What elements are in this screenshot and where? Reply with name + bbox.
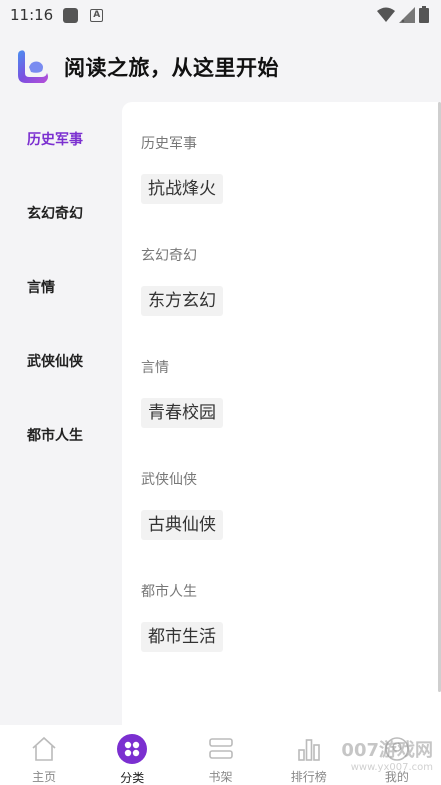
app-header: 阅读之旅，从这里开始 bbox=[0, 40, 441, 94]
notification-icon bbox=[63, 7, 79, 23]
battery-icon bbox=[419, 6, 429, 23]
wifi-icon bbox=[377, 7, 395, 22]
watermark-url: www.yx007.com bbox=[350, 762, 433, 773]
section-title: 都市人生 bbox=[141, 584, 197, 600]
tab-bookshelf[interactable]: 书架 bbox=[176, 725, 264, 785]
tag-chip[interactable]: 东方玄幻 bbox=[141, 286, 223, 316]
bookshelf-icon bbox=[208, 737, 233, 759]
category-sidebar: 历史军事 玄幻奇幻 言情 武侠仙侠 都市人生 bbox=[0, 102, 122, 472]
tab-ranking[interactable]: 排行榜 bbox=[265, 725, 353, 785]
sidebar-item-history-military[interactable]: 历史军事 bbox=[0, 102, 122, 176]
category-icon bbox=[117, 734, 148, 764]
app-logo-icon bbox=[18, 50, 48, 83]
keyboard-notification-icon: A bbox=[90, 8, 104, 22]
tab-label: 排行榜 bbox=[290, 770, 327, 784]
tab-label: 分类 bbox=[120, 771, 145, 785]
page-title: 阅读之旅，从这里开始 bbox=[64, 56, 279, 80]
category-content-panel: 历史军事 抗战烽火 玄幻奇幻 东方玄幻 言情 青春校园 武侠仙侠 古典仙侠 都市… bbox=[122, 102, 441, 725]
tag-chip[interactable]: 古典仙侠 bbox=[141, 510, 223, 540]
status-bar: 11:16 A bbox=[0, 0, 441, 30]
sidebar-item-romance[interactable]: 言情 bbox=[0, 250, 122, 324]
sidebar-item-urban[interactable]: 都市人生 bbox=[0, 398, 122, 472]
watermark-text: 007游戏网 bbox=[341, 740, 433, 761]
tag-chip[interactable]: 青春校园 bbox=[141, 398, 223, 428]
tab-label: 主页 bbox=[32, 770, 57, 784]
tag-row: 东方玄幻 bbox=[141, 268, 441, 356]
ranking-icon bbox=[297, 738, 320, 761]
section-title: 言情 bbox=[141, 360, 169, 376]
tag-row: 青春校园 bbox=[141, 380, 441, 468]
sidebar-item-fantasy[interactable]: 玄幻奇幻 bbox=[0, 176, 122, 250]
signal-icon bbox=[399, 6, 415, 23]
tag-chip[interactable]: 抗战烽火 bbox=[141, 174, 223, 204]
tab-label: 书架 bbox=[208, 770, 233, 784]
home-icon bbox=[32, 736, 56, 761]
section-title: 武侠仙侠 bbox=[141, 472, 197, 488]
watermark: 007游戏网 www.yx007.com bbox=[341, 736, 433, 773]
section-title: 历史军事 bbox=[141, 136, 197, 152]
tag-row: 古典仙侠 bbox=[141, 492, 441, 580]
tag-row: 都市生活 bbox=[141, 604, 441, 692]
tab-home[interactable]: 主页 bbox=[0, 725, 88, 785]
sidebar-item-wuxia[interactable]: 武侠仙侠 bbox=[0, 324, 122, 398]
tag-row: 抗战烽火 bbox=[141, 156, 441, 244]
section-title: 玄幻奇幻 bbox=[141, 248, 197, 264]
status-time: 11:16 bbox=[10, 6, 54, 24]
tab-category[interactable]: 分类 bbox=[88, 725, 176, 785]
tag-chip[interactable]: 都市生活 bbox=[141, 622, 223, 652]
